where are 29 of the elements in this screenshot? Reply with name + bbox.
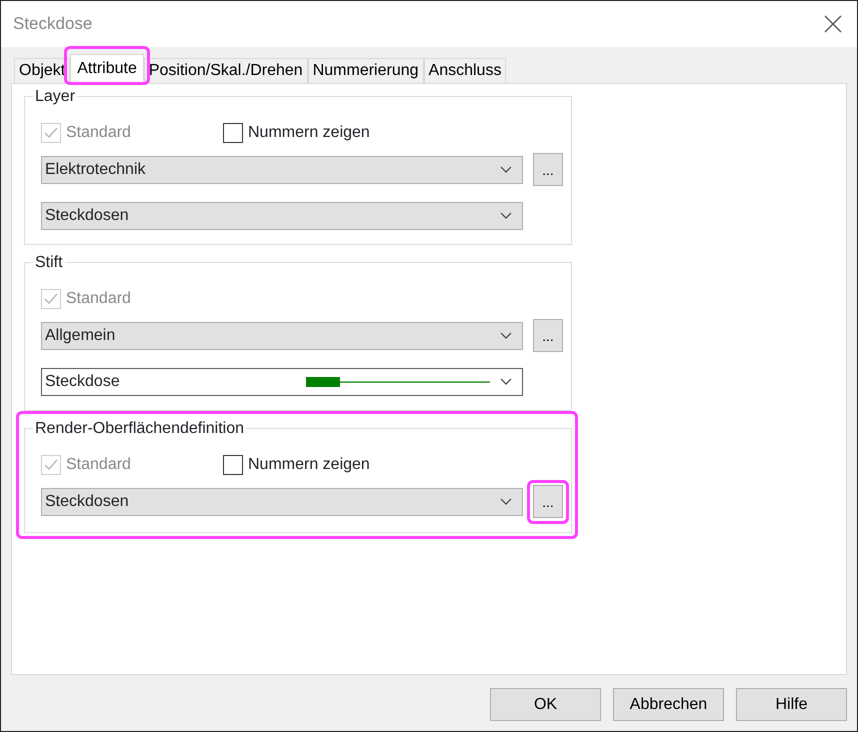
checkbox[interactable]: Nummern zeigen <box>223 121 370 145</box>
chevron-down-icon <box>500 498 512 506</box>
checkmark-icon <box>43 291 59 307</box>
ellipsis-button[interactable]: ... <box>533 485 563 518</box>
dialog-button[interactable]: Abbrechen <box>613 688 724 721</box>
tab[interactable]: Position/Skal./Drehen <box>144 58 308 83</box>
dropdown[interactable]: Steckdosen <box>41 202 523 230</box>
dropdown[interactable]: Steckdosen <box>41 488 523 516</box>
checkbox[interactable]: Nummern zeigen <box>223 453 370 477</box>
ellipsis-button[interactable]: ... <box>533 153 563 186</box>
checkmark-icon <box>43 125 59 141</box>
tab[interactable]: Anschluss <box>424 58 506 83</box>
tab[interactable]: Objekt <box>14 58 70 83</box>
ellipsis-button[interactable]: ... <box>533 319 563 352</box>
chevron-down-icon <box>500 332 512 340</box>
tab[interactable]: Attribute <box>70 54 144 83</box>
window-title: Steckdose <box>13 13 92 36</box>
group-title: Layer <box>33 87 78 107</box>
checkmark-icon <box>43 457 59 473</box>
dialog-button[interactable]: Hilfe <box>736 688 847 721</box>
dialog-button[interactable]: OK <box>490 688 601 721</box>
chevron-down-icon <box>500 166 512 174</box>
tab[interactable]: Nummerierung <box>308 58 424 83</box>
chevron-down-icon <box>500 378 512 386</box>
dropdown[interactable]: Elektrotechnik <box>41 156 523 184</box>
dropdown[interactable]: Allgemein <box>41 322 523 350</box>
chevron-down-icon <box>500 212 512 220</box>
close-icon <box>824 15 842 33</box>
dropdown[interactable]: Steckdose <box>41 368 523 396</box>
